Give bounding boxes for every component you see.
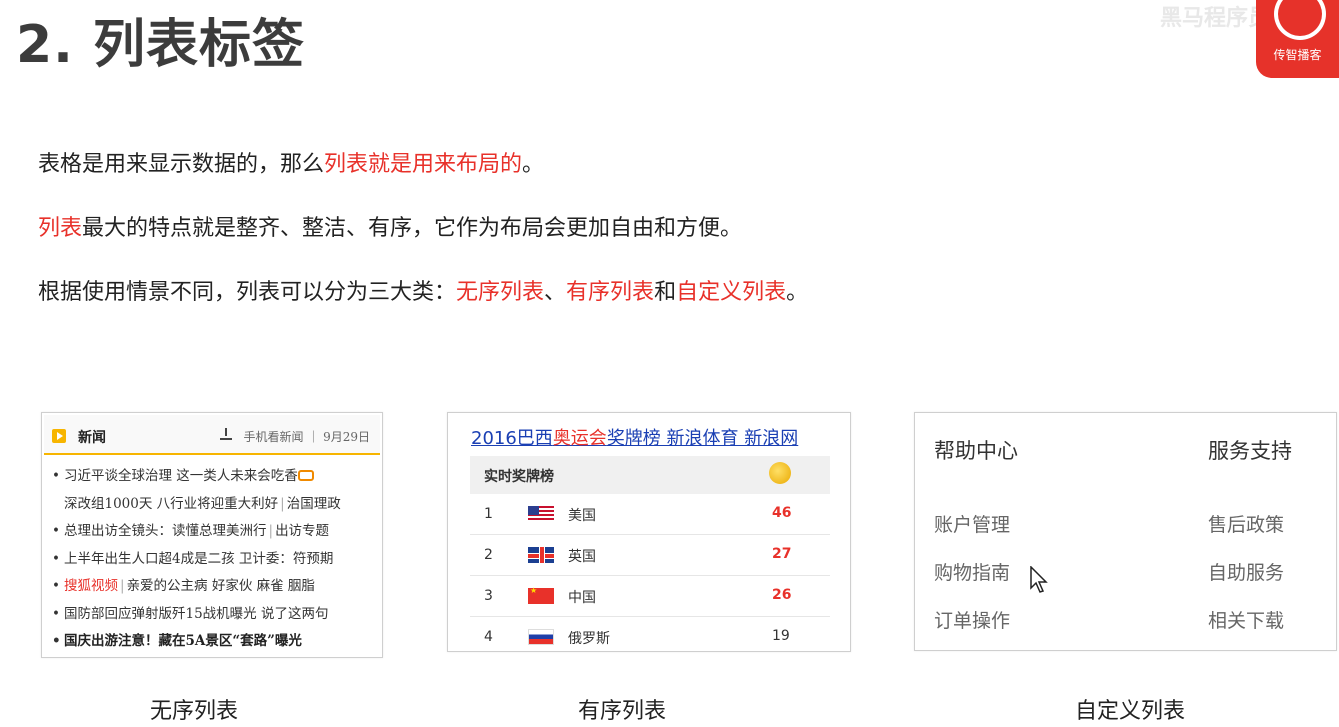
logo-text: 传智播客 bbox=[1273, 48, 1322, 62]
medal-card: 2016巴西奥运会奖牌榜 新浪体育 新浪网 实时奖牌榜 1 美国 46 2 英国… bbox=[447, 412, 851, 652]
support-link[interactable]: 相关下载 bbox=[1208, 606, 1284, 633]
medal-count: 26 bbox=[772, 587, 792, 603]
news-link[interactable]: 上半年出生人口超4成是二孩 卫计委：符预期 bbox=[64, 551, 333, 567]
list-item[interactable]: • 总理出访全镜头：读懂总理美洲行 | 出访专题 bbox=[52, 518, 341, 546]
medal-title-c[interactable]: 奖牌榜 新浪体育 新浪网 bbox=[607, 428, 798, 449]
table-row[interactable]: 1 美国 46 bbox=[470, 494, 830, 535]
news-link[interactable]: 总理出访全镜头：读懂总理美洲行 bbox=[64, 523, 267, 539]
help-link[interactable]: 购物指南 bbox=[934, 558, 1010, 585]
us-flag-icon bbox=[528, 506, 554, 522]
list-item[interactable]: • 国庆出游注意！藏在5A景区“套路”曝光 bbox=[52, 628, 341, 656]
list-item[interactable]: 深改组1000天 八行业将迎重大利好 | 治国理政 bbox=[52, 491, 341, 519]
gold-medal-icon bbox=[769, 462, 791, 484]
list-item[interactable]: • 习近平谈全球治理 这一类人未来会吃香 bbox=[52, 463, 341, 491]
help-center-heading: 帮助中心 bbox=[934, 439, 1018, 463]
support-link[interactable]: 自助服务 bbox=[1208, 558, 1284, 585]
medal-count: 19 bbox=[772, 628, 790, 644]
russia-flag-icon bbox=[528, 629, 554, 645]
rank: 2 bbox=[484, 547, 493, 563]
medal-header-label: 实时奖牌榜 bbox=[484, 469, 554, 485]
list-item[interactable]: • 搜狐视频 | 亲爱的公主病 好家伙 麻雀 胭脂 bbox=[52, 573, 341, 601]
country[interactable]: 英国 bbox=[568, 546, 596, 566]
table-row[interactable]: 2 英国 27 bbox=[470, 535, 830, 576]
news-link[interactable]: 习近平谈全球治理 这一类人未来会吃香 bbox=[64, 468, 298, 484]
paragraph-2: 列表最大的特点就是整齐、整洁、有序，它作为布局会更加自由和方便。 bbox=[38, 210, 742, 242]
support-link[interactable]: 售后政策 bbox=[1208, 510, 1284, 537]
p3-mid-2: 和 bbox=[654, 280, 677, 305]
caption-definition: 自定义列表 bbox=[1075, 699, 1186, 724]
country[interactable]: 俄罗斯 bbox=[568, 628, 610, 648]
medal-title-link[interactable]: 2016巴西奥运会奖牌榜 新浪体育 新浪网 bbox=[471, 424, 798, 450]
service-support-heading: 服务支持 bbox=[1208, 439, 1292, 463]
p3-post: 。 bbox=[786, 280, 809, 305]
uk-flag-icon bbox=[528, 547, 554, 563]
p3-red-3: 自定义列表 bbox=[676, 280, 787, 305]
news-link[interactable]: 国防部回应弹射版歼15战机曝光 说了这两句 bbox=[64, 606, 328, 622]
mouse-cursor-icon bbox=[1030, 565, 1050, 598]
p3-red-2: 有序列表 bbox=[566, 280, 655, 305]
logo-arc-icon bbox=[1274, 0, 1326, 40]
news-link[interactable]: 国庆出游注意！藏在5A景区“套路”曝光 bbox=[64, 633, 302, 649]
brand-logo: 传智播客 bbox=[1256, 0, 1339, 78]
news-link[interactable]: 亲爱的公主病 好家伙 麻雀 胭脂 bbox=[127, 578, 315, 594]
news-card: 新闻 手机看新闻 ｜ 9月29日 • 习近平谈全球治理 这一类人未来会吃香 深改组… bbox=[41, 412, 383, 658]
country[interactable]: 中国 bbox=[568, 587, 596, 607]
p2-red: 列表 bbox=[38, 216, 83, 241]
news-link[interactable]: 治国理政 bbox=[287, 496, 341, 512]
china-flag-icon bbox=[528, 586, 554, 604]
news-header-bar: 新闻 手机看新闻 ｜ 9月29日 bbox=[44, 415, 380, 455]
medal-count: 27 bbox=[772, 546, 792, 562]
medal-title-b[interactable]: 奥运会 bbox=[553, 428, 607, 449]
medal-count: 46 bbox=[772, 505, 792, 521]
play-icon bbox=[52, 429, 66, 443]
medal-table-header: 实时奖牌榜 bbox=[470, 456, 830, 494]
news-heading: 新闻 bbox=[78, 430, 106, 446]
help-link[interactable]: 账户管理 bbox=[934, 510, 1010, 537]
p3-red-1: 无序列表 bbox=[456, 280, 545, 305]
rank: 4 bbox=[484, 629, 493, 645]
table-row[interactable]: 4 俄罗斯 19 bbox=[470, 617, 830, 658]
list-item[interactable]: • 上半年出生人口超4成是二孩 卫计委：符预期 bbox=[52, 546, 341, 574]
paragraph-3: 根据使用情景不同，列表可以分为三大类：无序列表、有序列表和自定义列表。 bbox=[38, 274, 808, 306]
download-icon[interactable] bbox=[220, 428, 232, 440]
rank: 3 bbox=[484, 588, 493, 604]
table-row[interactable]: 3 中国 26 bbox=[470, 576, 830, 617]
news-link[interactable]: 出访专题 bbox=[275, 523, 329, 539]
news-list: • 习近平谈全球治理 这一类人未来会吃香 深改组1000天 八行业将迎重大利好 | 治… bbox=[52, 463, 341, 656]
news-meta[interactable]: 手机看新闻 ｜ 9月29日 bbox=[243, 428, 370, 445]
list-item[interactable]: • 国防部回应弹射版歼15战机曝光 说了这两句 bbox=[52, 601, 341, 629]
help-link[interactable]: 订单操作 bbox=[934, 606, 1010, 633]
watermark-text: 黑马程序员 bbox=[1160, 6, 1271, 31]
camera-icon bbox=[297, 470, 314, 481]
rank: 1 bbox=[484, 506, 493, 522]
page-title: 2. 列表标签 bbox=[16, 15, 306, 75]
medal-title-a[interactable]: 2016巴西 bbox=[471, 428, 553, 449]
p2-post: 最大的特点就是整齐、整洁、有序，它作为布局会更加自由和方便。 bbox=[82, 216, 743, 241]
news-link[interactable]: 搜狐视频 bbox=[64, 578, 118, 594]
caption-ordered: 有序列表 bbox=[578, 699, 667, 724]
country[interactable]: 美国 bbox=[568, 505, 596, 525]
p3-mid-1: 、 bbox=[544, 280, 567, 305]
p3-pre: 根据使用情景不同，列表可以分为三大类： bbox=[38, 280, 457, 305]
p1-red: 列表就是用来布局的 bbox=[324, 152, 523, 177]
p1-post: 。 bbox=[522, 152, 545, 177]
caption-unordered: 无序列表 bbox=[150, 699, 239, 724]
help-card: 帮助中心 服务支持 账户管理 购物指南 订单操作 售后政策 自助服务 相关下载 bbox=[914, 412, 1337, 651]
news-link[interactable]: 深改组1000天 八行业将迎重大利好 bbox=[64, 496, 278, 512]
paragraph-1: 表格是用来显示数据的，那么列表就是用来布局的。 bbox=[38, 146, 544, 178]
p1-pre: 表格是用来显示数据的，那么 bbox=[38, 152, 325, 177]
